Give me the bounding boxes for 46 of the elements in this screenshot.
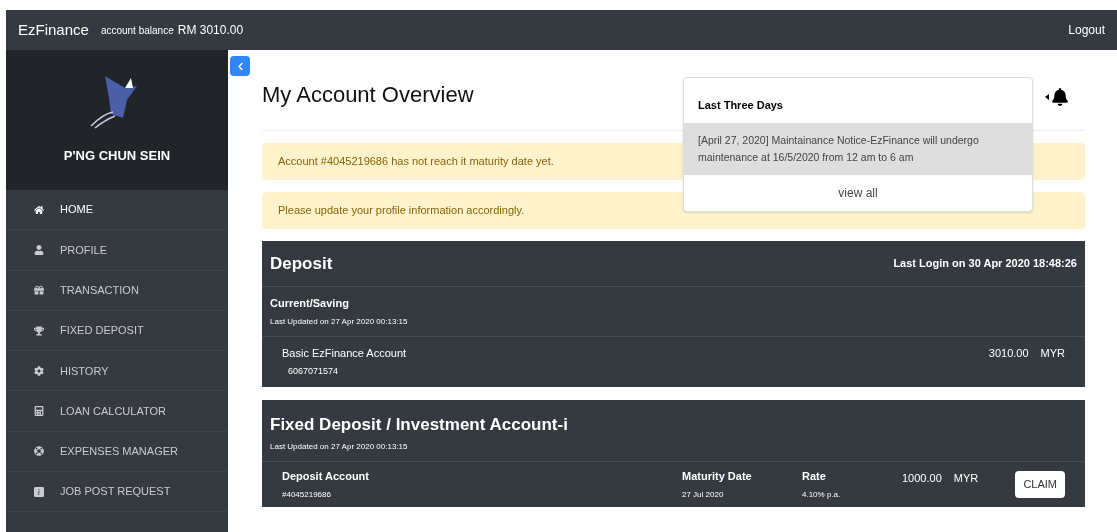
- sidebar-item[interactable]: LOAN CALCULATOR: [6, 391, 228, 432]
- currency-text: MYR: [1040, 345, 1065, 361]
- card-title: Deposit: [270, 252, 333, 275]
- account-amount: 3010.00: [988, 345, 1029, 361]
- maturity-date: 27 Jul 2020: [682, 488, 725, 501]
- currency-text: MYR: [953, 471, 979, 486]
- sidebar-item[interactable]: PROFILE: [6, 230, 228, 271]
- balance-amount: RM 3010.00: [177, 22, 244, 39]
- account-number: #4045219686: [282, 488, 332, 501]
- card-title: Fixed Deposit / Investment Account-i: [270, 413, 569, 436]
- notification-item[interactable]: [April 27, 2020] Maintainance Notice-EzFinance will undergo maintenance at 16/5/2020 from 12 am to 6 am: [684, 122, 1032, 175]
- dropdown-heading: Last Three Days: [697, 98, 784, 113]
- account-amount: 1000.00: [902, 471, 942, 486]
- claim-button[interactable]: CLAIM: [1015, 471, 1065, 498]
- last-login-text: Last Login on 30 Apr 2020 18:48:26: [893, 256, 1077, 272]
- gift-icon: [34, 285, 44, 296]
- user-name: P'NG CHUN SEIN: [63, 147, 171, 166]
- calculator-icon: [34, 406, 44, 417]
- bell-icon[interactable]: [1051, 88, 1069, 106]
- account-name: Basic EzFinance Account: [282, 345, 407, 361]
- last-updated-text: Last Updated on 27 Apr 2020 00:13:15: [270, 315, 409, 328]
- account-number: 6067071574: [287, 365, 340, 378]
- maturity-label: Maturity Date: [682, 469, 753, 484]
- last-updated-text: Last Updated on 27 Apr 2020 00:13:15: [270, 441, 409, 453]
- sidebar-item[interactable]: EXPENSES MANAGER: [6, 431, 228, 473]
- sidebar-item[interactable]: HISTORY: [6, 351, 228, 392]
- logout-link[interactable]: Logout: [1068, 21, 1105, 39]
- rate-label: Rate: [802, 469, 827, 484]
- brand-name[interactable]: EzFinance: [18, 18, 89, 42]
- lifebuoy-icon: [34, 446, 44, 457]
- sidebar-item[interactable]: FIXED DEPOSIT: [6, 310, 228, 352]
- page-title: My Account Overview: [262, 80, 474, 109]
- trophy-icon: [34, 325, 44, 336]
- section-title: Current/Saving: [270, 296, 350, 311]
- chevron-left-icon: [235, 61, 245, 71]
- house-icon: [34, 204, 44, 215]
- balance-label: account balance: [100, 23, 174, 38]
- sidebar-item[interactable]: HOME: [6, 190, 228, 231]
- gear-icon: [34, 365, 44, 376]
- rate-value: 4.10% p.a.: [802, 488, 842, 501]
- person-icon: [34, 244, 44, 255]
- collapse-button[interactable]: [230, 56, 250, 76]
- sidebar-item[interactable]: JOB POST REQUEST: [6, 472, 228, 513]
- caret-icon: [1045, 94, 1049, 100]
- sidebar-item[interactable]: TRANSACTION: [6, 270, 228, 311]
- account-name: Deposit Account: [282, 469, 370, 484]
